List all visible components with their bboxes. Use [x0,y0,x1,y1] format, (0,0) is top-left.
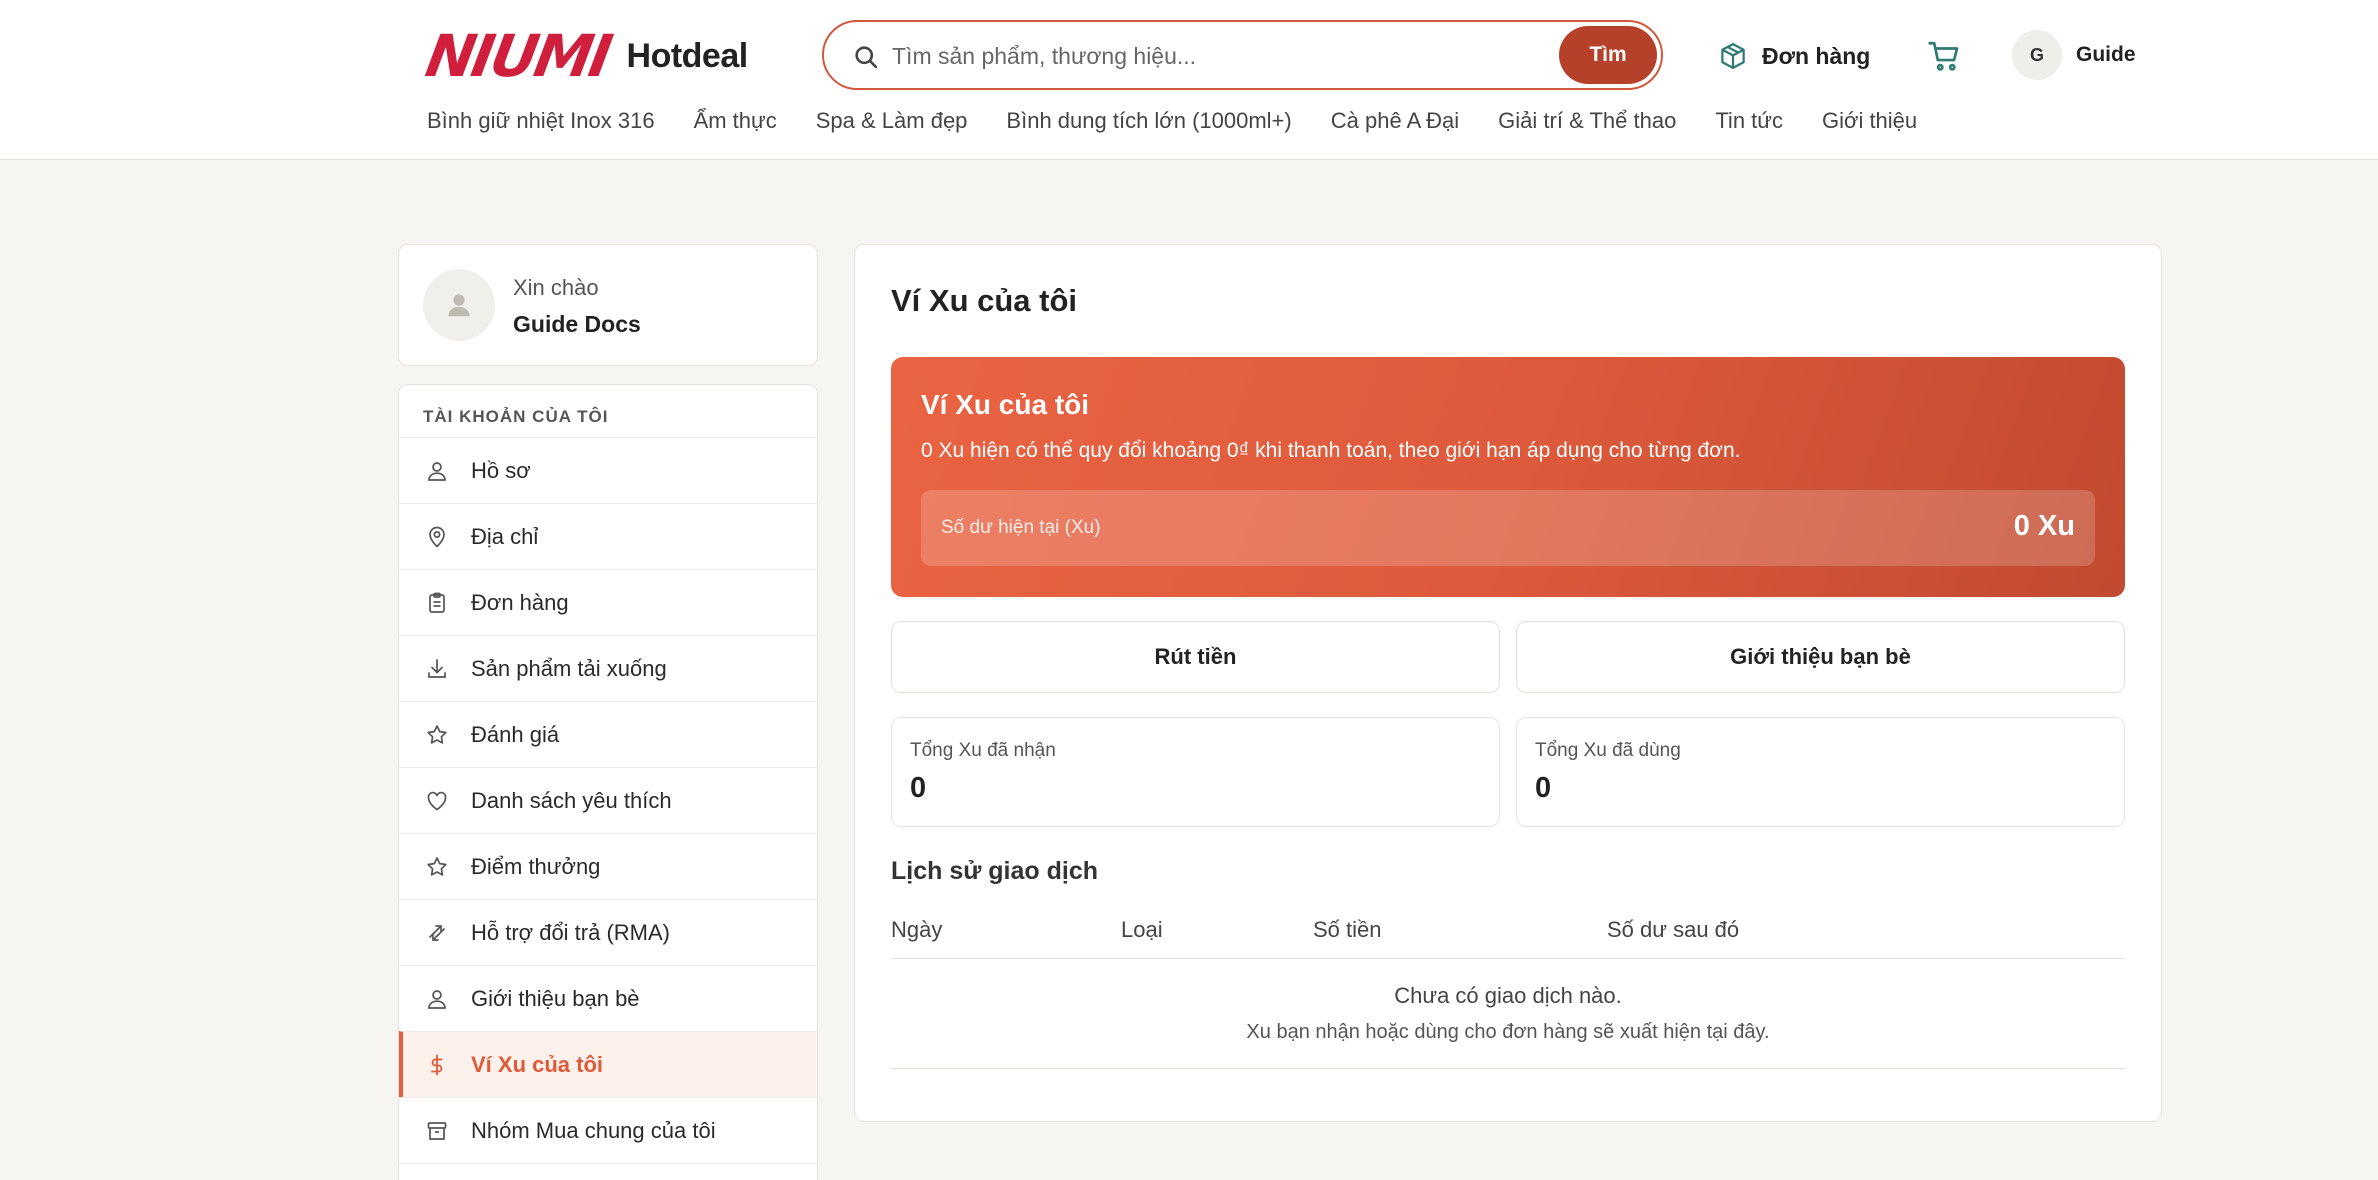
sidebar-item-label: Danh sách yêu thích [471,788,672,813]
wallet-banner-title: Ví Xu của tôi [921,389,1090,420]
greeting-card: Xin chào Guide Docs [398,244,818,366]
exchange-icon [429,925,445,941]
orders-label: Đơn hàng [1762,42,1871,69]
wallet-panel: Ví Xu của tôi Ví Xu của tôi 0 Xu hiện có… [854,244,2162,1122]
box-icon [427,1122,447,1140]
sidebar-item-downloads[interactable]: Sản phẩm tải xuống [399,635,817,701]
sidebar-item-label: Hỗ trợ đổi trả (RMA) [471,920,671,945]
empty-title: Chưa có giao dịch nào. [1394,983,1622,1008]
stat-label: Tổng Xu đã dùng [1535,740,1681,761]
sidebar-item-address[interactable]: Địa chỉ [399,503,817,569]
balance-value: 0 Xu [2013,510,2075,542]
sidebar-item-more[interactable] [399,1163,817,1180]
page-title: Ví Xu của tôi [891,283,1078,318]
sidebar-item-reviews[interactable]: Đánh giá [399,701,817,767]
user-avatar-icon [448,294,470,317]
user-menu[interactable]: G Guide [2012,30,2136,80]
sidebar-item-referral[interactable]: Giới thiệu bạn bè [399,965,817,1031]
stat-value: 0 [1535,772,1552,804]
download-icon [428,659,446,678]
stat-label: Tổng Xu đã nhận [910,740,1056,761]
nav-category[interactable]: Spa & Làm đẹp [816,108,968,138]
clipboard-icon [429,592,445,613]
orders-link[interactable]: Đơn hàng [1718,36,1870,76]
nav-category[interactable]: Ẩm thực [694,108,777,138]
search-bar: Tìm [822,20,1663,90]
nav-category[interactable]: Giới thiệu [1822,108,1917,138]
package-icon [1721,43,1745,69]
column-header: Loại [1121,917,1163,942]
nav-category[interactable]: Cà phê A Đại [1331,108,1459,138]
heart-icon [427,791,447,811]
sidebar-item-orders[interactable]: Đơn hàng [399,569,817,635]
logo-mark: NIUMI [421,22,615,90]
stat-total-received: Tổng Xu đã nhận 0 [891,717,1500,827]
withdraw-button[interactable]: Rút tiền [891,621,1500,693]
category-nav: Bình giữ nhiệt Inox 316 Ẩm thực Spa & Là… [427,108,1956,138]
sidebar-item-label: Ví Xu của tôi [471,1052,604,1077]
user-name: Guide [2076,43,2136,66]
refer-friends-button[interactable]: Giới thiệu bạn bè [1516,621,2125,693]
dollar-icon [431,1054,443,1076]
star-icon [427,857,447,876]
sidebar-item-label: Đánh giá [471,722,560,747]
search-icon [855,46,878,69]
wallet-banner: Ví Xu của tôi 0 Xu hiện có thể quy đổi k… [891,357,2125,597]
greeting-user-name: Guide Docs [513,311,641,337]
column-header: Ngày [891,917,943,942]
sidebar-item-label: Giới thiệu bạn bè [471,986,640,1011]
sidebar-item-label: Đơn hàng [471,590,569,615]
empty-description: Xu bạn nhận hoặc dùng cho đơn hàng sẽ xu… [1246,1021,1770,1043]
stat-total-used: Tổng Xu đã dùng 0 [1516,717,2125,827]
sidebar-item-profile[interactable]: Hồ sơ [399,437,817,503]
sidebar-item-label: Hồ sơ [471,458,531,483]
cart-icon[interactable] [1926,38,1962,74]
balance-label: Số dư hiện tại (Xu) [941,517,1101,538]
user-icon [428,990,446,1009]
avatar: G [2012,30,2062,80]
balance-box: Số dư hiện tại (Xu) 0 Xu [921,490,2095,566]
nav-category[interactable]: Bình giữ nhiệt Inox 316 [427,108,655,138]
nav-category[interactable]: Giải trí & Thể thao [1498,108,1676,138]
column-header: Số dư sau đó [1607,917,1740,942]
logo-text: Hotdeal [626,36,749,75]
history-table-header: Ngày Loại Số tiền Số dư sau đó [891,907,2125,959]
account-menu-title: TÀI KHOẢN CỦA TÔI [423,407,609,426]
sidebar-item-label: Điểm thưởng [471,854,601,879]
site-logo[interactable]: NIUMI Hotdeal [421,22,749,90]
map-pin-icon [429,526,445,548]
sidebar-item-wishlist[interactable]: Danh sách yêu thích [399,767,817,833]
history-empty-state: Chưa có giao dịch nào. Xu bạn nhận hoặc … [891,959,2125,1069]
wallet-banner-description: 0 Xu hiện có thể quy đổi khoảng 0₫ khi t… [921,439,1741,462]
sidebar-item-label: Sản phẩm tải xuống [471,656,667,681]
stat-value: 0 [910,772,927,804]
sidebar-item-wallet[interactable]: Ví Xu của tôi [399,1031,817,1097]
sidebar-item-group-buy[interactable]: Nhóm Mua chung của tôi [399,1097,817,1163]
user-icon [428,462,446,481]
history-title: Lịch sử giao dịch [891,857,1099,885]
greeting-text: Xin chào [513,275,599,300]
avatar [423,269,495,341]
nav-category[interactable]: Tin tức [1715,108,1783,138]
star-icon [427,725,447,744]
account-menu: TÀI KHOẢN CỦA TÔI Hồ sơ Địa chỉ Đơn hàng… [398,384,818,1180]
search-button[interactable]: Tìm [1559,26,1657,84]
site-header: NIUMI Hotdeal Tìm Đơn hàng G Guide Bình … [0,0,2378,160]
nav-category[interactable]: Bình dung tích lớn (1000ml+) [1006,108,1291,138]
column-header: Số tiền [1313,917,1382,942]
sidebar-item-points[interactable]: Điểm thưởng [399,833,817,899]
sidebar-item-label: Nhóm Mua chung của tôi [471,1118,716,1143]
sidebar-item-rma[interactable]: Hỗ trợ đổi trả (RMA) [399,899,817,965]
search-input[interactable] [892,34,1512,78]
sidebar-item-label: Địa chỉ [471,524,539,549]
